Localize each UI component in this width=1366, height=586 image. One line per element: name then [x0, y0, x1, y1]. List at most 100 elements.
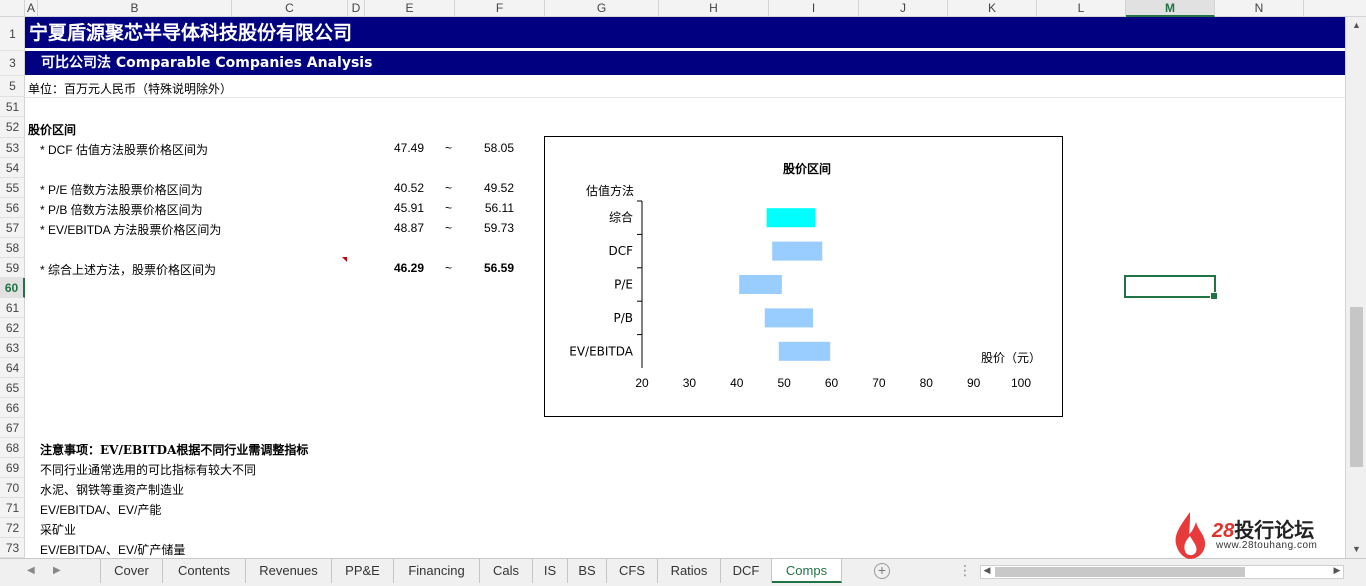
tab-ppe[interactable]: PP&E — [332, 559, 394, 583]
scroll-right-icon[interactable]: ▶ — [1331, 565, 1343, 576]
tab-contents[interactable]: Contents — [163, 559, 246, 583]
range-high-dcf[interactable]: 58.05 — [464, 141, 514, 155]
row-header[interactable]: 72 — [0, 518, 25, 538]
company-title[interactable]: 宁夏盾源聚芯半导体科技股份有限公司 — [25, 17, 1345, 49]
unit-note[interactable]: 单位：百万元人民币（特殊说明除外） — [28, 80, 232, 97]
price-range-chart[interactable]: 股价区间 估值方法 股价（元） 综合 DCF P/E P/B EV/EBITDA 20 30… — [544, 136, 1063, 417]
select-all-corner[interactable] — [0, 0, 25, 17]
range-low-dcf[interactable]: 47.49 — [374, 141, 424, 155]
column-header-l[interactable]: L — [1037, 0, 1126, 17]
row-header[interactable]: 1 — [0, 17, 25, 51]
next-sheet-icon[interactable]: ▶ — [53, 565, 61, 576]
range-high-pb[interactable]: 56.11 — [464, 201, 514, 215]
column-header-h[interactable]: H — [659, 0, 769, 17]
column-header-e[interactable]: E — [365, 0, 455, 17]
row-header[interactable]: 3 — [0, 51, 25, 76]
range-high-pe[interactable]: 49.52 — [464, 181, 514, 195]
worksheet-grid[interactable]: 宁夏盾源聚芯半导体科技股份有限公司 可比公司法 Comparable Compa… — [25, 17, 1345, 558]
tab-comps[interactable]: Comps — [772, 559, 842, 583]
range-low-pe[interactable]: 40.52 — [374, 181, 424, 195]
column-header-n[interactable]: N — [1215, 0, 1304, 17]
row-header[interactable]: 73 — [0, 538, 25, 558]
note-line[interactable]: EV/EBITDA/、EV/矿产储量 — [40, 541, 185, 558]
row-header[interactable]: 55 — [0, 178, 25, 198]
row-header[interactable]: 59 — [0, 258, 25, 278]
range-low-evebitda[interactable]: 48.87 — [374, 221, 424, 235]
note-line[interactable]: 采矿业 — [40, 521, 76, 538]
row-header[interactable]: 56 — [0, 198, 25, 218]
note-line[interactable]: EV/EBITDA/、EV/产能 — [40, 501, 161, 518]
range-bar-3[interactable] — [764, 308, 814, 328]
selected-cell-m60[interactable] — [1124, 275, 1218, 300]
range-label-combined[interactable]: * 综合上述方法，股票价格区间为 — [40, 261, 216, 278]
row-header[interactable]: 53 — [0, 138, 25, 158]
tab-cals[interactable]: Cals — [480, 559, 533, 583]
row-header[interactable]: 70 — [0, 478, 25, 498]
section-heading[interactable]: 股价区间 — [28, 121, 76, 138]
range-label-pe[interactable]: * P/E 倍数方法股票价格区间为 — [40, 181, 203, 198]
row-header[interactable]: 51 — [0, 97, 25, 117]
row-header[interactable]: 66 — [0, 398, 25, 418]
tab-is[interactable]: IS — [533, 559, 568, 583]
row-header[interactable]: 61 — [0, 298, 25, 318]
column-header-b[interactable]: B — [38, 0, 232, 17]
scroll-up-icon[interactable]: ▲ — [1346, 17, 1366, 34]
range-high-evebitda[interactable]: 59.73 — [464, 221, 514, 235]
range-label-dcf[interactable]: * DCF 估值方法股票价格区间为 — [40, 141, 208, 158]
range-low-pb[interactable]: 45.91 — [374, 201, 424, 215]
range-label-pb[interactable]: * P/B 倍数方法股票价格区间为 — [40, 201, 203, 218]
tab-cover[interactable]: Cover — [101, 559, 163, 583]
column-header-m[interactable]: M — [1126, 0, 1215, 17]
column-header-k[interactable]: K — [948, 0, 1037, 17]
row-header[interactable]: 62 — [0, 318, 25, 338]
range-bar-0[interactable] — [766, 208, 816, 228]
comment-indicator-icon[interactable] — [342, 257, 347, 262]
column-header-i[interactable]: I — [769, 0, 859, 17]
row-header[interactable]: 58 — [0, 238, 25, 258]
range-low-combined[interactable]: 46.29 — [374, 261, 424, 275]
range-high-combined[interactable]: 56.59 — [464, 261, 514, 275]
tab-ratios[interactable]: Ratios — [658, 559, 721, 583]
row-header[interactable]: 68 — [0, 438, 25, 458]
tab-cfs[interactable]: CFS — [607, 559, 658, 583]
range-bar-2[interactable] — [739, 275, 782, 294]
row-header[interactable]: 65 — [0, 378, 25, 398]
row-header[interactable]: 67 — [0, 418, 25, 438]
horizontal-scrollbar[interactable]: ◀ ▶ — [980, 565, 1344, 579]
note-line[interactable]: 水泥、钢铁等重资产制造业 — [40, 481, 184, 498]
column-header-f[interactable]: F — [455, 0, 545, 17]
range-bar-1[interactable] — [772, 241, 823, 261]
tab-bs[interactable]: BS — [568, 559, 607, 583]
prev-sheet-icon[interactable]: ◀ — [27, 565, 35, 576]
row-header[interactable]: 63 — [0, 338, 25, 358]
row-header[interactable]: 54 — [0, 158, 25, 178]
add-sheet-icon[interactable]: + — [874, 563, 890, 579]
horizontal-scroll-thumb[interactable] — [995, 567, 1245, 577]
tab-financing[interactable]: Financing — [394, 559, 480, 583]
column-header-d[interactable]: D — [348, 0, 365, 17]
more-options-icon[interactable]: ⋮ — [958, 562, 972, 579]
vertical-scrollbar[interactable]: ▲ ▼ — [1345, 17, 1366, 558]
note-line[interactable]: 不同行业通常选用的可比指标有较大不同 — [40, 461, 256, 478]
range-label-evebitda[interactable]: * EV/EBITDA 方法股票价格区间为 — [40, 221, 221, 238]
row-header[interactable]: 71 — [0, 498, 25, 518]
tab-dcf[interactable]: DCF — [721, 559, 772, 583]
row-header[interactable]: 52 — [0, 117, 25, 138]
scroll-down-icon[interactable]: ▼ — [1346, 541, 1366, 558]
column-header-g[interactable]: G — [545, 0, 659, 17]
row-header[interactable]: 69 — [0, 458, 25, 478]
x-tick-label: 60 — [825, 376, 839, 390]
column-header-a[interactable]: A — [25, 0, 38, 17]
notes-heading[interactable]: 注意事项：EV/EBITDA根据不同行业需调整指标 — [40, 441, 308, 458]
scroll-left-icon[interactable]: ◀ — [981, 565, 993, 576]
range-bar-4[interactable] — [778, 341, 831, 361]
sheet-subtitle[interactable]: 可比公司法 Comparable Companies Analysis — [25, 51, 1345, 75]
row-header[interactable]: 57 — [0, 218, 25, 238]
row-header-selected[interactable]: 60 — [0, 278, 25, 298]
column-header-c[interactable]: C — [232, 0, 348, 17]
tab-revenues[interactable]: Revenues — [246, 559, 332, 583]
column-header-j[interactable]: J — [859, 0, 948, 17]
row-header[interactable]: 5 — [0, 76, 25, 97]
row-header[interactable]: 64 — [0, 358, 25, 378]
vertical-scroll-thumb[interactable] — [1350, 307, 1363, 467]
